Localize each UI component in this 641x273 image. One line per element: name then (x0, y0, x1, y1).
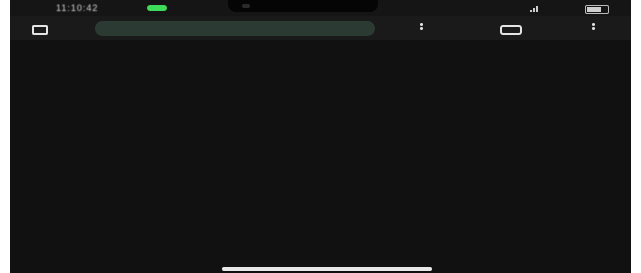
status-bar: 11:10:42 (10, 0, 631, 16)
tabs-icon[interactable] (32, 25, 48, 35)
home-indicator[interactable] (222, 267, 432, 271)
status-time: 11:10:42 (56, 3, 99, 13)
battery-icon (585, 5, 609, 14)
web-page-content[interactable] (10, 40, 631, 273)
address-bar[interactable] (95, 21, 375, 36)
call-indicator-icon (147, 5, 167, 11)
page-text-block (10, 40, 551, 188)
signal-icon (530, 6, 538, 12)
overflow-menu-icon[interactable] (420, 23, 423, 33)
browser-toolbar (10, 16, 631, 41)
pages-icon[interactable] (500, 25, 522, 35)
more-options-icon[interactable] (592, 23, 595, 33)
phone-screen: 11:10:42 (10, 0, 631, 273)
notch (228, 0, 378, 12)
camera-icon (242, 4, 250, 8)
